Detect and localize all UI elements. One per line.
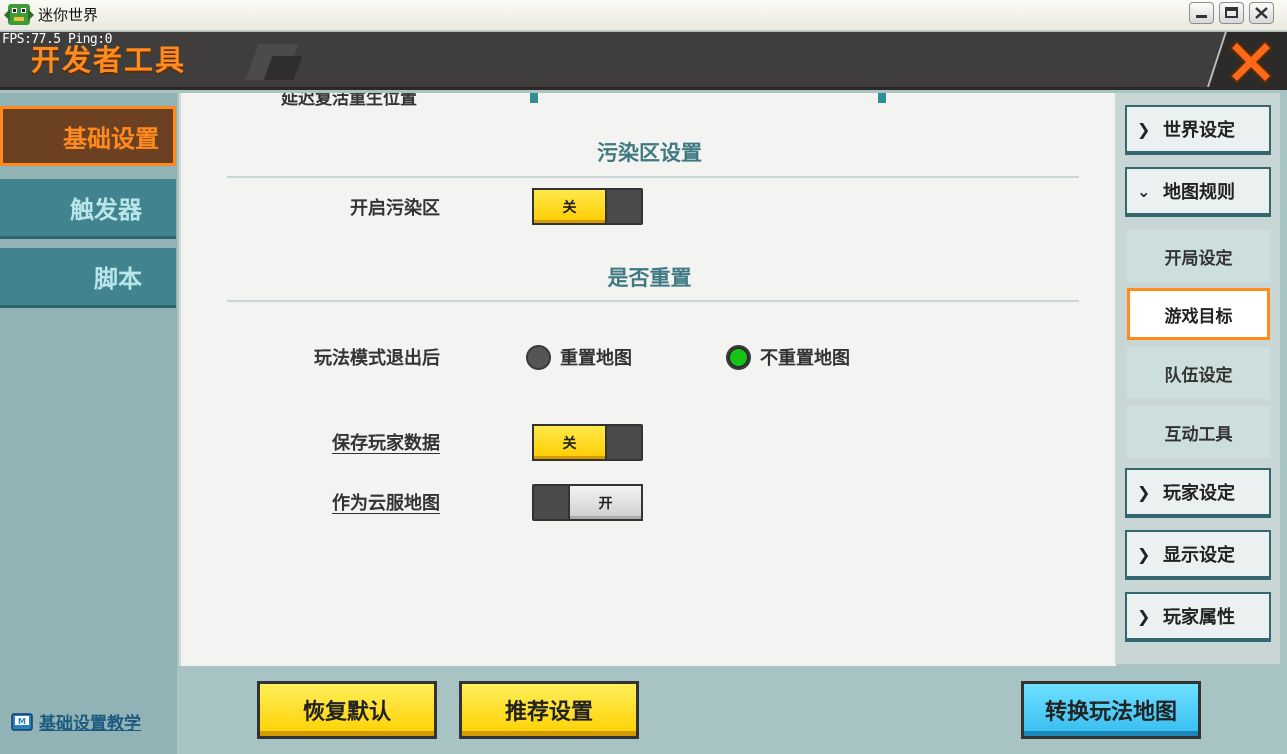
maximize-button[interactable] [1219,2,1244,24]
exit-mode-label: 玩法模式退出后 [314,348,440,369]
developer-tools-header: 开发者工具 FPS:77.5 Ping:0 [0,32,1287,90]
button-label: 转换玩法地图 [1044,700,1177,725]
subcategory-label: 队伍设定 [1164,365,1233,386]
svg-text:M: M [18,717,26,726]
radio-button-selected [726,344,751,370]
minimize-icon [1196,15,1207,18]
enable-pollution-label: 开启污染区 [350,198,440,219]
clipped-setting-label: 延迟复活重生位置 [281,93,417,109]
radio-label: 重置地图 [560,348,632,369]
category-label: 显示设定 [1163,545,1235,566]
radio-label: 不重置地图 [760,348,850,369]
slider-fragment [530,93,538,103]
category-player-attributes[interactable]: ❯ 玩家属性 [1125,592,1271,642]
book-icon: M [11,712,33,731]
window-title: 迷你世界 [38,6,99,24]
save-player-data-toggle[interactable]: 关 [532,424,643,461]
category-player-settings[interactable]: ❯ 玩家设定 [1125,468,1271,518]
chevron-right-icon: ❯ [1137,606,1151,626]
chevron-right-icon: ❯ [1137,482,1151,502]
category-label: 玩家设定 [1163,483,1235,504]
sidebar-tab-triggers[interactable]: 触发器 [0,179,176,239]
chevron-right-icon: ❯ [1137,544,1151,564]
category-map-rules[interactable]: ⌄ 地图规则 [1125,167,1271,217]
category-label: 世界设定 [1163,120,1235,141]
category-display-settings[interactable]: ❯ 显示设定 [1125,530,1271,580]
toggle-knob: 关 [532,188,607,225]
enable-pollution-toggle[interactable]: 关 [532,188,643,225]
cloud-map-toggle[interactable]: 开 [532,484,643,521]
button-label: 推荐设置 [504,700,593,725]
section-divider [227,300,1079,302]
subcategory-interaction-tools[interactable]: 互动工具 [1127,406,1270,458]
toggle-knob: 关 [532,424,607,461]
subcategory-label: 开局设定 [1164,248,1233,269]
tutorial-link[interactable]: M 基础设置教学 [10,709,141,734]
section-title-pollution: 污染区设置 [597,141,702,165]
category-label: 地图规则 [1163,182,1235,203]
subcategory-opening-settings[interactable]: 开局设定 [1127,230,1270,282]
subcategory-label: 游戏目标 [1164,306,1233,327]
category-world-settings[interactable]: ❯ 世界设定 [1125,105,1271,155]
sidebar-tab-label: 脚本 [94,265,142,293]
cloud-map-label[interactable]: 作为云服地图 [332,489,440,515]
sidebar-tab-scripts[interactable]: 脚本 [0,248,176,308]
minimize-button[interactable] [1189,2,1214,24]
sidebar: 基础设置 触发器 脚本 M 基础设置教学 [0,93,177,754]
subcategory-label: 互动工具 [1164,424,1233,445]
subcategory-game-goal[interactable]: 游戏目标 [1127,288,1270,340]
save-player-data-label[interactable]: 保存玩家数据 [332,429,440,455]
sidebar-tab-label: 基础设置 [63,124,159,153]
radio-reset-map[interactable]: 重置地图 [526,344,632,370]
tutorial-link-label: 基础设置教学 [39,714,141,734]
subcategory-team-settings[interactable]: 队伍设定 [1127,347,1270,399]
radio-no-reset-map[interactable]: 不重置地图 [726,344,850,370]
category-label: 玩家属性 [1163,607,1235,628]
fps-readout: FPS:77.5 Ping:0 [2,32,112,47]
window-title-bar: 迷你世界 [0,0,1287,31]
category-panel: ❯ 世界设定 ⌄ 地图规则 开局设定 游戏目标 队伍设定 互动工具 ❯ 玩家设定… [1115,93,1280,664]
chevron-down-icon: ⌄ [1137,181,1151,201]
chevron-right-icon: ❯ [1137,119,1151,139]
button-label: 恢复默认 [302,700,391,725]
sidebar-tab-basic-settings[interactable]: 基础设置 [0,106,176,166]
slider-fragment [878,93,886,103]
convert-map-button[interactable]: 转换玩法地图 [1021,681,1201,739]
close-x-icon[interactable] [1229,40,1273,84]
settings-panel: 延迟复活重生位置 污染区设置 开启污染区 关 是否重置 玩法模式退出后 重置地图… [179,93,1116,666]
recommended-settings-button[interactable]: 推荐设置 [459,681,639,739]
toggle-knob: 开 [568,484,643,521]
section-title-reset: 是否重置 [607,266,692,290]
radio-button [526,344,551,370]
sidebar-tab-label: 触发器 [70,196,142,224]
restore-default-button[interactable]: 恢复默认 [257,681,437,739]
close-icon [1255,7,1268,19]
window-close-button[interactable] [1249,2,1274,24]
mini-world-app-icon [4,4,34,25]
maximize-icon [1225,7,1238,18]
section-divider [227,176,1079,178]
